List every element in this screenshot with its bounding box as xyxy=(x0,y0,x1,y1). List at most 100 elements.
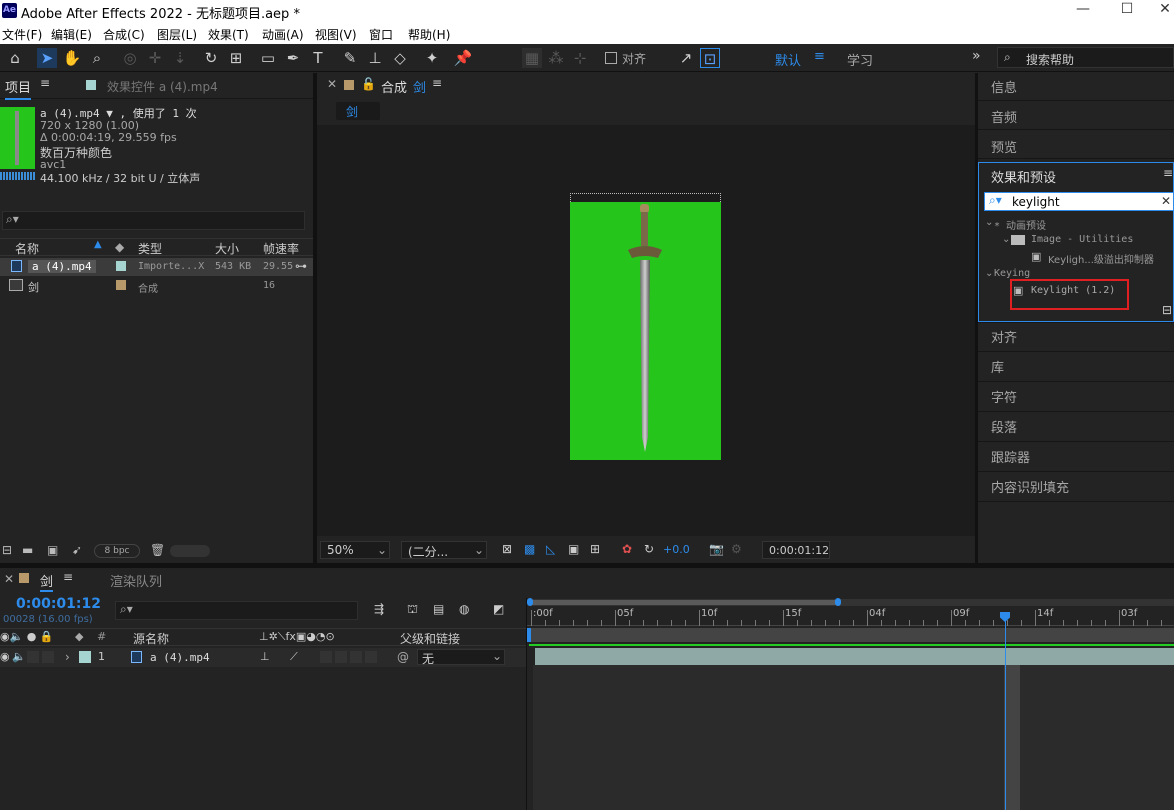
brush-tool-icon[interactable]: ✎ xyxy=(340,48,360,68)
workspace-overflow-icon[interactable]: » xyxy=(972,48,981,64)
view-axis-icon[interactable]: ⊹ xyxy=(570,48,590,68)
maximize-button[interactable]: ☐ xyxy=(1112,1,1142,17)
solo-toggle[interactable] xyxy=(27,651,39,663)
panel-info[interactable]: 信息 xyxy=(991,77,1017,96)
work-area-end-handle[interactable] xyxy=(835,598,841,606)
label-swatch[interactable] xyxy=(116,261,126,271)
world-axis-icon[interactable]: ⁂ xyxy=(546,48,566,68)
col-source-name[interactable]: 源名称 xyxy=(133,630,169,647)
motion-blur-icon[interactable]: ◩ xyxy=(493,602,504,616)
workspace-menu-icon[interactable]: ≡ xyxy=(814,49,825,64)
panel-tracker[interactable]: 跟踪器 xyxy=(991,447,1030,466)
work-area-bar[interactable] xyxy=(529,600,837,605)
thumbnail-slider[interactable] xyxy=(170,545,210,557)
minimize-button[interactable]: — xyxy=(1068,1,1098,17)
rectangle-tool-icon[interactable]: ▭ xyxy=(258,48,278,68)
roto-brush-icon[interactable]: ✦ xyxy=(422,48,442,68)
eraser-tool-icon[interactable]: ◇ xyxy=(390,48,410,68)
col-size[interactable]: 大小 xyxy=(215,240,239,257)
visibility-icon[interactable]: ◉ xyxy=(0,650,10,663)
layer-label-swatch[interactable] xyxy=(79,651,91,663)
transparency-grid-icon[interactable]: ▩ xyxy=(524,542,535,556)
panel-effects-presets[interactable]: 效果和预设 xyxy=(991,167,1056,186)
fast-preview-icon[interactable]: ⊠ xyxy=(502,542,512,556)
table-row[interactable]: 剑 合成 16 xyxy=(0,277,313,295)
time-graph[interactable]: :00f 05f 10f 15f 04f 09f 14f 03f xyxy=(526,598,1174,810)
region-of-interest-icon[interactable]: ▣ xyxy=(568,542,579,556)
label-swatch[interactable] xyxy=(116,280,126,290)
snapping-icon[interactable]: ↗ xyxy=(676,48,696,68)
snap-options-icon[interactable]: ⊡ xyxy=(700,48,720,68)
col-name[interactable]: 名称 xyxy=(15,240,39,257)
breadcrumb[interactable]: 剑 xyxy=(336,102,380,120)
tab-effect-controls[interactable]: 效果控件 a (4).mp4 xyxy=(107,78,218,95)
tree-toggle-icon[interactable]: ⌄ xyxy=(1002,234,1010,245)
comp-menu-icon[interactable]: ≡ xyxy=(432,76,442,90)
close-button[interactable]: ✕ xyxy=(1150,1,1174,17)
render-icon[interactable]: ➹ xyxy=(72,543,82,557)
mask-visibility-icon[interactable]: ◺ xyxy=(546,542,555,556)
layer-duration-bar[interactable] xyxy=(535,648,1174,665)
breadcrumb-comp[interactable]: 剑 xyxy=(346,103,358,120)
interpret-footage-icon[interactable]: ⊟ xyxy=(2,543,12,557)
close-tab-icon[interactable]: ✕ xyxy=(4,572,14,586)
exposure-value[interactable]: +0.0 xyxy=(663,543,690,556)
dolly-camera-icon[interactable]: ⇣ xyxy=(170,48,190,68)
col-parent[interactable]: 父级和链接 xyxy=(400,630,460,647)
new-preset-icon[interactable]: ⊟ xyxy=(1162,303,1172,317)
comp-tab-name[interactable]: 剑 xyxy=(413,77,426,96)
puppet-pin-icon[interactable]: 📌 xyxy=(453,48,473,68)
frame-blending-icon[interactable]: ◍ xyxy=(459,602,469,616)
hand-tool-icon[interactable]: ✋ xyxy=(62,48,82,68)
trash-icon[interactable]: 🗑 xyxy=(150,543,165,557)
timeline-search-input[interactable]: ⌕▾ xyxy=(115,601,358,620)
help-search-input[interactable]: ⌕ 搜索帮助 xyxy=(997,47,1174,68)
effects-search-input[interactable]: ⌕▾ keylight ✕ xyxy=(984,192,1174,211)
lock-toggle[interactable] xyxy=(42,651,54,663)
quality-switch-icon[interactable]: ⟋ xyxy=(290,650,298,664)
menu-view[interactable]: 视图(V) xyxy=(315,26,357,43)
grid-guides-icon[interactable]: ⊞ xyxy=(590,542,600,556)
tab-project[interactable]: 项目 xyxy=(5,77,32,100)
chevron-right-icon[interactable]: › xyxy=(65,650,70,664)
rotate-tool-icon[interactable]: ↻ xyxy=(201,48,221,68)
workspace-default[interactable]: 默认 xyxy=(775,50,801,69)
panel-audio[interactable]: 音频 xyxy=(991,107,1017,126)
menu-effect[interactable]: 效果(T) xyxy=(208,26,249,43)
playhead[interactable] xyxy=(1005,612,1006,810)
close-tab-icon[interactable]: ✕ xyxy=(327,77,337,91)
reset-exposure-icon[interactable]: ↻ xyxy=(644,542,654,556)
menu-layer[interactable]: 图层(L) xyxy=(157,26,197,43)
panel-align[interactable]: 对齐 xyxy=(991,327,1017,346)
audio-icon[interactable]: 🔈 xyxy=(12,650,26,663)
local-axis-icon[interactable]: ▦ xyxy=(522,48,542,68)
layer-row[interactable]: ◉ 🔈 › 1 a (4).mp4 ⊥ ⟋ @ 无 ⌄ xyxy=(0,648,526,667)
panel-paragraph[interactable]: 段落 xyxy=(991,417,1017,436)
composition-flowchart-icon[interactable]: ⇶ xyxy=(374,602,384,616)
orbit-camera-icon[interactable]: ◎ xyxy=(120,48,140,68)
home-icon[interactable]: ⌂ xyxy=(5,48,25,68)
snapshot-icon[interactable]: 📷 xyxy=(709,542,724,556)
menu-help[interactable]: 帮助(H) xyxy=(408,26,450,43)
text-tool-icon[interactable]: T xyxy=(308,48,328,68)
panel-library[interactable]: 库 xyxy=(991,357,1004,376)
layer-name[interactable]: a (4).mp4 xyxy=(150,651,210,664)
zoom-tool-icon[interactable]: ⌕ xyxy=(87,48,107,68)
resolution-dropdown[interactable]: (二分... ⌄ xyxy=(401,541,487,559)
zoom-dropdown[interactable]: 50% ⌄ xyxy=(320,541,390,559)
col-type[interactable]: 类型 xyxy=(138,240,162,257)
panel-content-aware-fill[interactable]: 内容识别填充 xyxy=(991,477,1069,496)
show-snapshot-icon[interactable]: ⚙ xyxy=(731,542,742,556)
project-search-input[interactable]: ⌕▾ xyxy=(2,211,305,230)
time-ruler[interactable]: :00f 05f 10f 15f 04f 09f 14f 03f xyxy=(527,608,1174,626)
channel-icon[interactable]: ✿ xyxy=(622,542,632,556)
menu-file[interactable]: 文件(F) xyxy=(2,26,42,43)
clear-search-icon[interactable]: ✕ xyxy=(1161,194,1171,208)
table-row[interactable]: a (4).mp4 Importe...X 543 KB 29.55 ⊶ xyxy=(0,258,313,276)
panel-character[interactable]: 字符 xyxy=(991,387,1017,406)
layer-switches[interactable] xyxy=(320,651,378,663)
tab-comp[interactable]: 剑 xyxy=(40,571,54,592)
tree-animation-presets[interactable]: * 动画预设 xyxy=(994,217,1046,232)
pan-behind-icon[interactable]: ⊞ xyxy=(226,48,246,68)
effects-menu-icon[interactable]: ≡ xyxy=(1163,166,1173,180)
